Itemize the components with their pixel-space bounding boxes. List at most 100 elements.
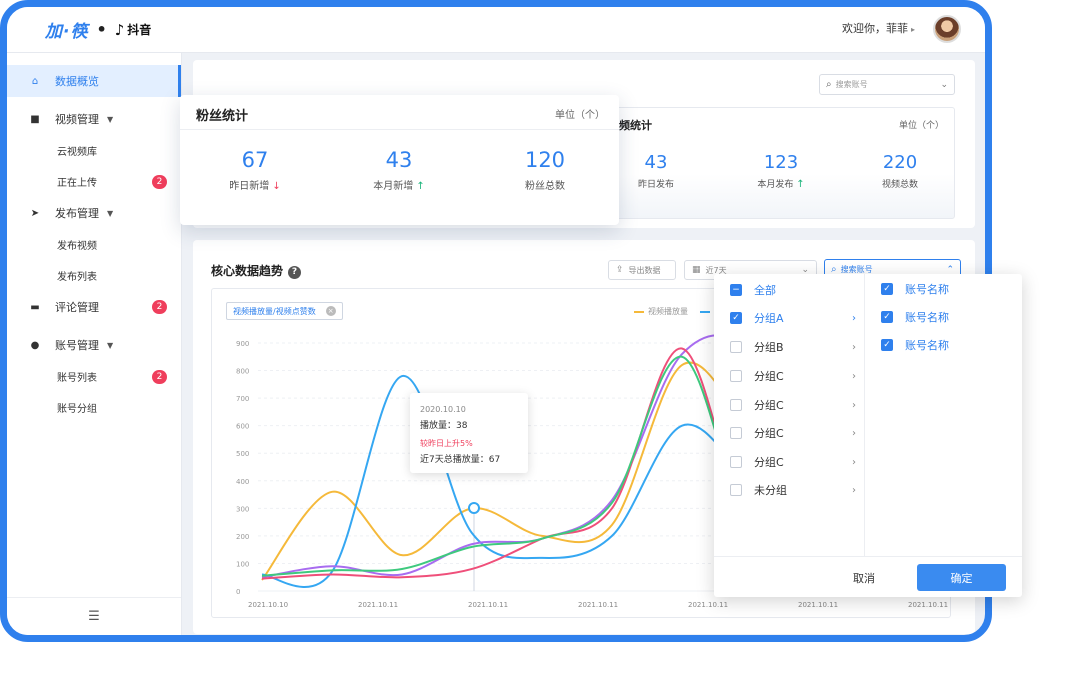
- account-label: 账号名称: [905, 311, 949, 324]
- help-icon[interactable]: ?: [288, 266, 302, 279]
- group-label: 分组C: [754, 456, 784, 469]
- tiktok-icon: ♪: [114, 20, 125, 39]
- sidebar-item-label: 评论管理: [55, 301, 99, 314]
- stat-label: 本月新增: [373, 181, 414, 192]
- group-item[interactable]: 分组C ›: [730, 452, 856, 472]
- account-label: 账号名称: [905, 339, 949, 352]
- sidebar-item-comments[interactable]: ▬ 评论管理 2: [7, 291, 181, 323]
- group-item[interactable]: 分组C ›: [730, 366, 856, 386]
- search-placeholder: 搜索账号: [835, 80, 868, 89]
- sidebar-item-account-groups[interactable]: 账号分组: [7, 392, 181, 423]
- stat-value: 67: [241, 148, 269, 172]
- group-list: − 全部 ✓ 分组A › 分组B › 分组C › 分组C › 分组C › 分组C…: [714, 274, 865, 556]
- checkbox-checked-icon[interactable]: ✓: [881, 283, 893, 295]
- fans-title: 粉丝统计: [196, 109, 249, 124]
- comment-icon: ▬: [30, 301, 40, 313]
- highlight-point: [468, 502, 480, 514]
- x-tick-label: 2021.10.10: [248, 601, 288, 609]
- stat-yesterday-fans: 67 昨日新增 ↓: [210, 148, 300, 192]
- x-tick-label: 2021.10.11: [688, 601, 728, 609]
- stat-yesterday-published: 43 昨日发布: [616, 152, 696, 190]
- sidebar-item-account-list[interactable]: 账号列表 2: [7, 361, 181, 392]
- collapse-sidebar-icon[interactable]: ☰: [7, 597, 181, 635]
- account-dropdown: − 全部 ✓ 分组A › 分组B › 分组C › 分组C › 分组C › 分组C…: [714, 274, 1022, 597]
- group-label: 未分组: [754, 484, 787, 497]
- sidebar-item-overview[interactable]: ⌂ 数据概览: [7, 65, 181, 97]
- sidebar-item-label: 发布管理: [55, 207, 99, 220]
- sidebar-item-label: 发布视频: [57, 241, 97, 252]
- group-all[interactable]: − 全部: [730, 280, 856, 300]
- checkbox-icon[interactable]: [730, 484, 742, 496]
- sidebar-item-publish-list[interactable]: 发布列表: [7, 260, 181, 291]
- avatar[interactable]: [933, 15, 961, 43]
- logo-separator: •: [96, 20, 107, 39]
- checkbox-icon[interactable]: [730, 456, 742, 468]
- sidebar-item-label: 正在上传: [57, 178, 97, 189]
- stat-total-videos: 220 视频总数: [860, 152, 940, 190]
- sidebar-item-cloud-library[interactable]: 云视频库: [7, 135, 181, 166]
- sidebar-item-label: 账号管理: [55, 339, 99, 352]
- user-menu[interactable]: 欢迎你，菲菲 ▸: [842, 20, 915, 36]
- group-item[interactable]: 分组C ›: [730, 395, 856, 415]
- x-tick-label: 2021.10.11: [468, 601, 508, 609]
- group-label: 全部: [754, 284, 776, 297]
- export-icon: ⇪: [616, 265, 624, 275]
- y-tick-label: 900: [236, 340, 249, 348]
- logo[interactable]: 加·筷 • ♪ 抖音: [45, 17, 151, 42]
- stat-month-published: 123 本月发布 ↑: [736, 152, 826, 190]
- account-item[interactable]: ✓ 账号名称: [881, 335, 1014, 355]
- group-label: 分组C: [754, 399, 784, 412]
- x-tick-label: 2021.10.11: [908, 601, 948, 609]
- checkbox-checked-icon[interactable]: ✓: [881, 311, 893, 323]
- group-item[interactable]: 分组C ›: [730, 423, 856, 443]
- cancel-button[interactable]: 取消: [840, 566, 888, 590]
- x-tick-label: 2021.10.11: [798, 601, 838, 609]
- stat-label: 昨日新增: [229, 181, 270, 192]
- sidebar-item-label: 云视频库: [57, 147, 97, 158]
- account-item[interactable]: ✓ 账号名称: [881, 279, 1014, 299]
- chevron-down-icon: ▼: [107, 340, 114, 350]
- sidebar-item-video-management[interactable]: ■ 视频管理 ▼: [7, 103, 181, 135]
- y-tick-label: 200: [236, 533, 249, 541]
- group-label: 分组A: [754, 312, 784, 325]
- dropdown-footer: 取消 确定: [714, 556, 1022, 597]
- chevron-down-icon: ⌄: [940, 79, 948, 90]
- search-icon: ⌕: [826, 79, 832, 90]
- export-button[interactable]: ⇪ 导出数据: [608, 260, 676, 280]
- checkbox-icon[interactable]: [730, 427, 742, 439]
- sidebar-item-account-management[interactable]: ● 账号管理 ▼: [7, 329, 181, 361]
- y-tick-label: 500: [236, 450, 249, 458]
- chevron-right-icon: ›: [852, 427, 856, 439]
- sidebar-item-publish-video[interactable]: 发布视频: [7, 229, 181, 260]
- trend-title: 核心数据趋势?: [211, 262, 302, 279]
- checkbox-icon[interactable]: [730, 399, 742, 411]
- video-stats-unit: 单位（个）: [898, 121, 944, 131]
- checkbox-icon[interactable]: [730, 341, 742, 353]
- account-search-top[interactable]: ⌕ 搜索账号 ⌄: [819, 74, 955, 95]
- logo-main: 加·筷: [45, 22, 89, 42]
- group-item[interactable]: 未分组 ›: [730, 480, 856, 500]
- chevron-right-icon: ›: [852, 399, 856, 411]
- confirm-button[interactable]: 确定: [917, 564, 1006, 591]
- chevron-right-icon: ›: [852, 341, 856, 353]
- sidebar-item-publish-management[interactable]: ➤ 发布管理 ▼: [7, 197, 181, 229]
- stat-value: 43: [385, 148, 413, 172]
- export-label: 导出数据: [628, 265, 661, 275]
- fans-card-header: 粉丝统计 单位（个）: [180, 95, 619, 130]
- tooltip-total: 近7天总播放量：67: [420, 455, 501, 465]
- checkbox-checked-icon[interactable]: ✓: [730, 312, 742, 324]
- sidebar-item-uploading[interactable]: 正在上传 2: [7, 166, 181, 197]
- checkbox-checked-icon[interactable]: ✓: [881, 339, 893, 351]
- checkbox-icon[interactable]: [730, 370, 742, 382]
- calendar-icon: ▦: [692, 265, 701, 275]
- logo-partner: ♪ 抖音: [115, 21, 152, 39]
- stat-month-fans: 43 本月新增 ↑: [354, 148, 444, 192]
- y-tick-label: 0: [236, 588, 240, 596]
- account-item[interactable]: ✓ 账号名称: [881, 307, 1014, 327]
- stat-value: 120: [524, 148, 566, 172]
- checkbox-partial-icon[interactable]: −: [730, 284, 742, 296]
- count-badge: 2: [152, 300, 167, 314]
- group-item[interactable]: 分组B ›: [730, 337, 856, 357]
- chevron-right-icon: ›: [852, 456, 856, 468]
- group-item[interactable]: ✓ 分组A ›: [730, 308, 856, 328]
